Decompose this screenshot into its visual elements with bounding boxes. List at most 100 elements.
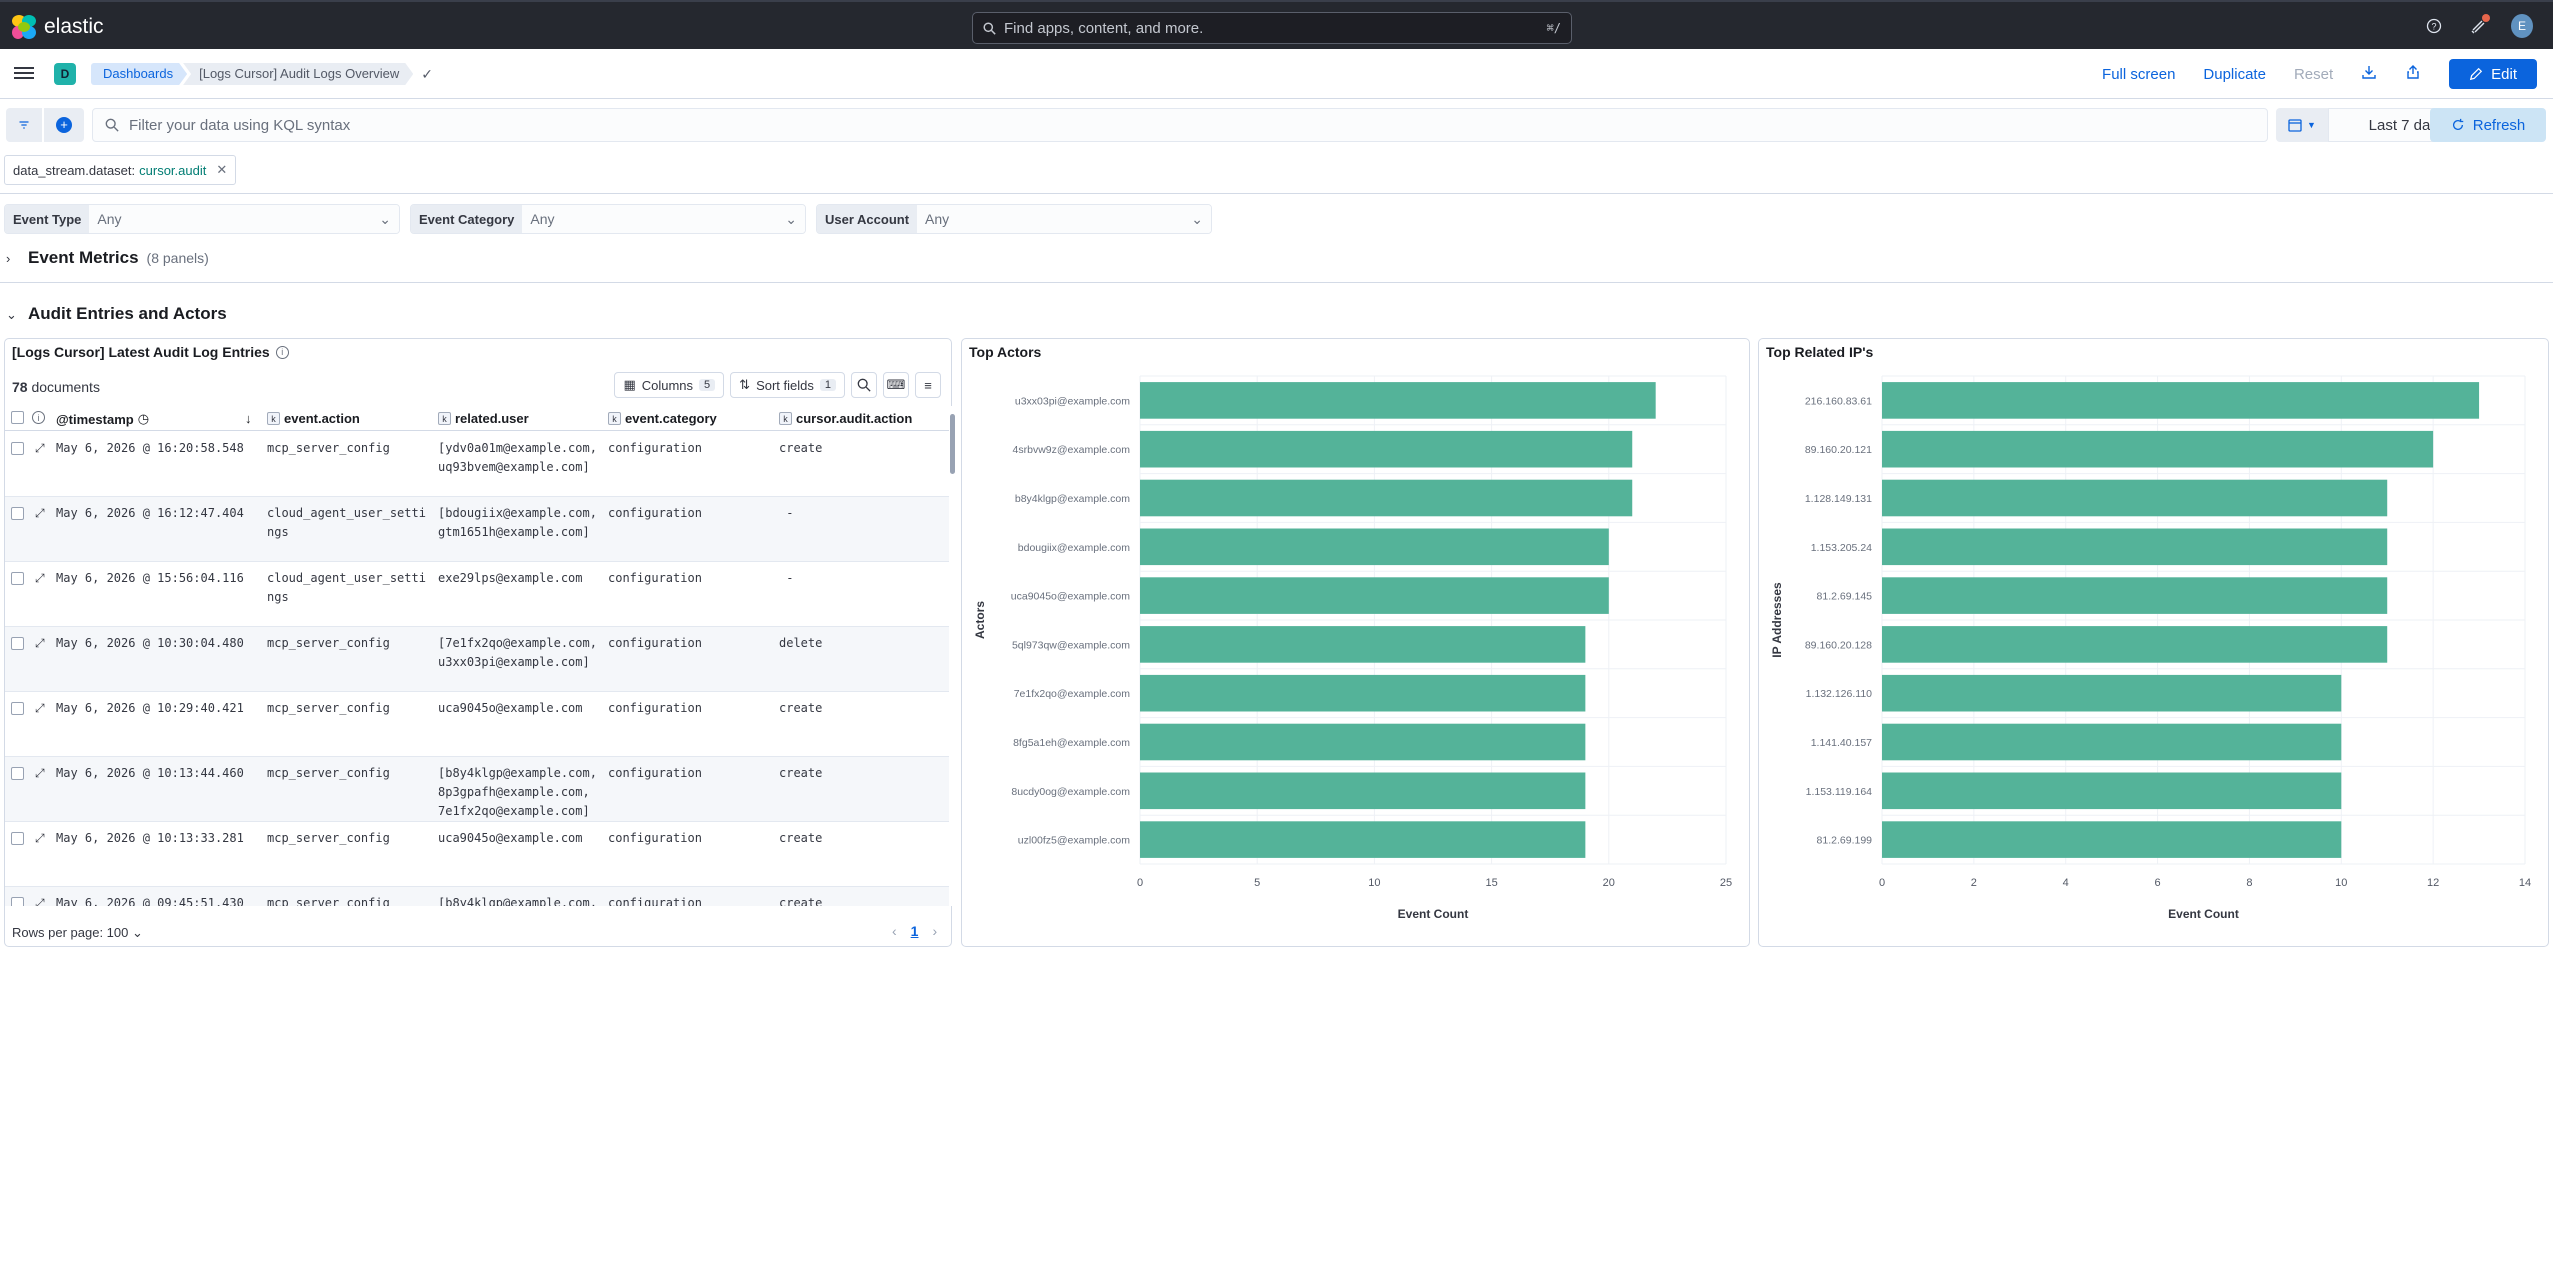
control-event-type[interactable]: Event Type Any ⌄ <box>4 204 400 234</box>
cell-audit-action: create <box>779 766 823 780</box>
row-checkbox[interactable] <box>11 572 24 585</box>
expand-row-icon[interactable]: ⤢ <box>35 439 45 458</box>
table-row[interactable]: ⤢ May 6, 2026 @ 09:45:51.430 mcp_server_co… <box>5 887 949 906</box>
full-screen-button[interactable]: Full screen <box>2102 66 2175 83</box>
bar <box>1882 723 2342 761</box>
breadcrumb-dashboards[interactable]: Dashboards <box>91 63 187 85</box>
sort-fields-button[interactable]: ⇅ Sort fields 1 <box>730 372 845 398</box>
table-row[interactable]: ⤢ May 6, 2026 @ 16:20:58.548 mcp_server_co… <box>5 432 949 497</box>
control-event-category[interactable]: Event Category Any ⌄ <box>410 204 806 234</box>
section-subtitle: (8 panels) <box>146 250 209 266</box>
search-shortcut: ⌘/ <box>1546 21 1561 35</box>
columns-button[interactable]: ▦ Columns 5 <box>614 372 725 398</box>
plus-icon: + <box>56 117 72 133</box>
avatar[interactable]: E <box>2511 14 2533 38</box>
x-tick-label: 10 <box>1368 877 1380 889</box>
info-icon[interactable]: i <box>275 345 289 359</box>
column-header-timestamp[interactable]: @timestamp ◷ <box>56 411 149 427</box>
expand-row-icon[interactable]: ⤢ <box>35 699 45 718</box>
rows-per-page-label: Rows per page: 100 <box>12 925 129 940</box>
section-title: Audit Entries and Actors <box>28 304 227 323</box>
rows-per-page-button[interactable]: Rows per page: 100 ⌄ <box>12 925 143 941</box>
next-page-icon[interactable]: › <box>932 923 937 939</box>
sort-icon: ⇅ <box>739 377 751 392</box>
control-user-account[interactable]: User Account Any ⌄ <box>816 204 1212 234</box>
display-settings-icon[interactable]: ≡ <box>915 372 941 398</box>
column-header-related-user[interactable]: k related.user <box>438 411 529 426</box>
expand-row-icon[interactable]: ⤢ <box>35 504 45 523</box>
calendar-icon[interactable]: ▼ <box>2276 108 2328 142</box>
expand-row-icon[interactable]: ⤢ <box>35 634 45 653</box>
y-tick-label: 1.153.119.164 <box>1806 786 1873 798</box>
column-header-event-action[interactable]: k event.action <box>267 411 360 426</box>
menu-icon[interactable] <box>14 64 34 84</box>
close-icon[interactable]: ✕ <box>216 162 227 178</box>
brand-name: elastic <box>44 15 104 38</box>
global-search-input[interactable]: Find apps, content, and more. ⌘/ <box>972 12 1572 44</box>
cell-related-user: [7e1fx2qo@example.com, u3xx03pi@example.… <box>438 636 597 669</box>
cell-audit-action: delete <box>779 636 823 650</box>
y-tick-label: 89.160.20.128 <box>1805 639 1872 651</box>
row-checkbox[interactable] <box>11 897 24 906</box>
cell-event-category: configuration <box>608 636 702 650</box>
table-row[interactable]: ⤢ May 6, 2026 @ 15:56:04.116 cloud_agent_u… <box>5 562 949 627</box>
expand-row-icon[interactable]: ⤢ <box>35 829 45 848</box>
row-checkbox[interactable] <box>11 702 24 715</box>
help-icon[interactable]: ? <box>2423 15 2445 37</box>
row-checkbox[interactable] <box>11 637 24 650</box>
section-event-metrics[interactable]: › Event Metrics (8 panels) <box>6 248 209 268</box>
page-number[interactable]: 1 <box>911 923 919 939</box>
table-row[interactable]: ⤢ May 6, 2026 @ 10:29:40.421 mcp_server_co… <box>5 692 949 757</box>
table-row[interactable]: ⤢ May 6, 2026 @ 16:12:47.404 cloud_agent_u… <box>5 497 949 562</box>
x-tick-label: 25 <box>1720 877 1732 889</box>
filter-pill-field: data_stream.dataset: <box>13 162 136 178</box>
expand-row-icon[interactable]: ⤢ <box>35 894 45 906</box>
column-header-event-category[interactable]: k event.category <box>608 411 717 426</box>
space-avatar[interactable]: D <box>54 63 76 85</box>
cell-related-user: [b8y4klgp@example.com, <box>438 896 597 906</box>
row-checkbox[interactable] <box>11 442 24 455</box>
row-checkbox[interactable] <box>11 507 24 520</box>
search-icon[interactable] <box>851 372 877 398</box>
elastic-logo[interactable]: elastic <box>12 15 104 39</box>
column-header-audit-action[interactable]: k cursor.audit.action <box>779 411 912 426</box>
grid-scrollbar[interactable] <box>949 406 957 906</box>
table-row[interactable]: ⤢ May 6, 2026 @ 10:30:04.480 mcp_server_co… <box>5 627 949 692</box>
keyword-type-icon: k <box>779 412 792 425</box>
refresh-button[interactable]: Refresh <box>2430 108 2546 142</box>
reset-button[interactable]: Reset <box>2294 66 2333 83</box>
row-checkbox[interactable] <box>11 832 24 845</box>
select-all-checkbox[interactable] <box>11 411 24 424</box>
expand-row-icon[interactable]: ⤢ <box>35 764 45 783</box>
info-icon: i <box>32 411 45 424</box>
document-count-number: 78 <box>12 379 28 395</box>
share-icon[interactable] <box>2405 64 2421 84</box>
expand-row-icon[interactable]: ⤢ <box>35 569 45 588</box>
y-tick-label: 1.153.205.24 <box>1811 542 1872 554</box>
x-tick-label: 6 <box>2155 877 2161 889</box>
previous-page-icon[interactable]: ‹ <box>892 923 897 939</box>
bar <box>1882 577 2388 614</box>
cell-event-action: mcp_server_config <box>267 831 390 845</box>
table-row[interactable]: ⤢ May 6, 2026 @ 10:13:44.460 mcp_server_co… <box>5 757 949 822</box>
download-icon[interactable] <box>2361 64 2377 84</box>
grid-header: i @timestamp ◷ ↓ k event.action k relate… <box>5 406 949 431</box>
keyboard-icon[interactable]: ⌨ <box>883 372 909 398</box>
add-filter-button[interactable]: + <box>44 108 84 142</box>
filter-pill[interactable]: data_stream.dataset: cursor.audit ✕ <box>4 155 237 185</box>
sort-desc-icon[interactable]: ↓ <box>245 411 252 426</box>
kql-search-input[interactable]: Filter your data using KQL syntax <box>92 108 2268 142</box>
section-audit-entries[interactable]: ⌄ Audit Entries and Actors <box>6 304 227 324</box>
document-count: 78 documents <box>12 379 100 395</box>
x-axis-label: Event Count <box>1398 907 1469 921</box>
x-tick-label: 20 <box>1603 877 1615 889</box>
news-feed-icon[interactable] <box>2467 14 2490 37</box>
duplicate-button[interactable]: Duplicate <box>2203 66 2266 83</box>
x-tick-label: 15 <box>1485 877 1497 889</box>
filter-menu-button[interactable] <box>6 108 42 142</box>
row-checkbox[interactable] <box>11 767 24 780</box>
table-row[interactable]: ⤢ May 6, 2026 @ 10:13:33.281 mcp_server_co… <box>5 822 949 887</box>
cell-event-action: mcp_server_config <box>267 441 390 455</box>
cell-timestamp: May 6, 2026 @ 10:29:40.421 <box>56 701 244 715</box>
edit-button[interactable]: Edit <box>2449 59 2537 89</box>
